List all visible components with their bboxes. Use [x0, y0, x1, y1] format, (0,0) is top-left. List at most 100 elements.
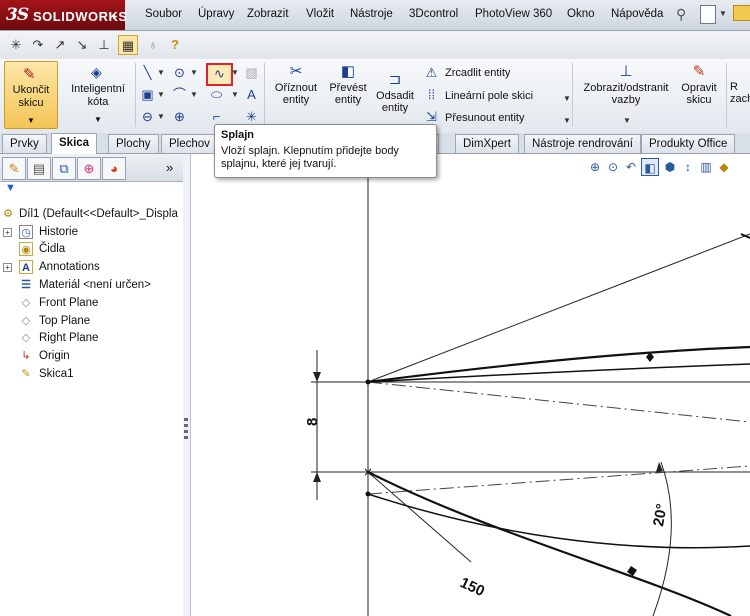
menu-insert[interactable]: Vložit — [306, 8, 334, 20]
repair-sketch-button[interactable]: ✎ Opravit skicu — [676, 63, 722, 106]
upper-inner-spline[interactable] — [367, 363, 750, 383]
exit-sketch-label-2: skicu — [18, 97, 44, 109]
sketch-tool-icon[interactable]: ♁ — [143, 35, 163, 55]
dimension-150-text[interactable]: 150 — [457, 574, 487, 600]
exit-sketch-dropdown-icon[interactable]: ▼ — [27, 116, 35, 125]
line-dropdown-icon[interactable]: ▼ — [157, 68, 165, 77]
dimension-angle-text[interactable]: 20° — [650, 502, 671, 527]
arc-dropdown-icon[interactable]: ▼ — [190, 90, 198, 99]
smart-dimension-icon: ◈ — [91, 64, 102, 80]
arc-tool-icon[interactable]: ⌒ — [171, 86, 188, 103]
tab-dimxpert[interactable]: DimXpert — [455, 134, 519, 153]
linear-pattern-icon[interactable]: ⁞⁞ — [423, 86, 440, 103]
menu-file[interactable]: Soubor — [145, 8, 182, 20]
lower-spline[interactable] — [367, 471, 732, 616]
upper-spline[interactable] — [367, 345, 750, 384]
linear-pattern-dropdown-icon[interactable]: ▼ — [563, 94, 571, 103]
tab-render-tools[interactable]: Nástroje rendrování — [524, 134, 641, 153]
open-folder-icon[interactable] — [733, 5, 750, 21]
point-tool-icon[interactable]: ✳ — [243, 108, 260, 125]
smart-dimension-button[interactable]: ◈ Inteligentní kóta ▼ — [64, 61, 132, 127]
line-tool-icon[interactable]: ╲ — [139, 64, 156, 81]
tab-sketch[interactable]: Skica — [51, 133, 98, 154]
display-relations-button[interactable]: ⊥ Zobrazit/odstranit vazby — [576, 63, 676, 106]
menu-window[interactable]: Okno — [567, 8, 595, 20]
dimxpert-manager-tab-icon[interactable]: ⊕ — [77, 157, 101, 180]
dimension-8-text[interactable]: 8 — [304, 418, 321, 426]
mirror-entities-button[interactable]: Zrcadlit entity — [445, 67, 510, 79]
sketch-point[interactable] — [365, 379, 371, 385]
menu-help[interactable]: Nápověda — [611, 8, 663, 20]
lower-arc[interactable] — [367, 493, 750, 549]
tab-sheet-metal[interactable]: Plechov — [161, 134, 218, 153]
convert-icon: ◧ — [340, 63, 356, 80]
linear-pattern-button[interactable]: Lineární pole skici — [445, 90, 533, 102]
exit-sketch-button[interactable]: ✎ Ukončit skicu ▼ — [4, 61, 58, 129]
menu-view[interactable]: Zobrazit — [247, 8, 289, 20]
surface-sketch-icon[interactable]: ▧ — [243, 64, 260, 81]
feature-manager-tab-icon[interactable]: ✎ — [2, 157, 26, 180]
tab-surfaces[interactable]: Plochy — [108, 134, 159, 153]
rectangle-tool-icon[interactable]: ▣ — [139, 86, 156, 103]
circle-dropdown-icon[interactable]: ▼ — [190, 68, 198, 77]
display-manager-tab-icon[interactable]: ◕ — [102, 157, 126, 180]
sketch-point[interactable] — [365, 491, 371, 497]
tree-item-label: Front Plane — [39, 297, 99, 309]
menu-bar: 3S SOLIDWORKS ▸ Soubor Úpravy Zobrazit V… — [0, 0, 750, 31]
move-dropdown-icon[interactable]: ▼ — [563, 116, 571, 125]
rectangle-dropdown-icon[interactable]: ▼ — [157, 90, 165, 99]
tab-features[interactable]: Prvky — [2, 134, 47, 153]
relations-dropdown-icon[interactable]: ▼ — [623, 116, 631, 125]
sketch-point-icon[interactable]: ✳ — [6, 35, 26, 55]
filter-icon[interactable]: ▼ — [5, 182, 16, 194]
splitter-grip — [184, 418, 188, 421]
mirror-icon[interactable]: ⚠ — [423, 64, 440, 81]
ellipse-tool-icon[interactable]: ⬭ — [208, 86, 225, 103]
circle-tool-icon[interactable]: ⊙ — [171, 64, 188, 81]
menu-tools[interactable]: Nástroje — [350, 8, 393, 20]
help-question-icon[interactable]: ? — [165, 35, 185, 55]
rapid-sketch-button[interactable]: R zach — [730, 81, 750, 105]
ribbon-separator — [572, 63, 573, 127]
polygon-tool-icon[interactable]: ⊕ — [171, 108, 188, 125]
ellipse-dropdown-icon[interactable]: ▼ — [231, 90, 239, 99]
property-manager-tab-icon[interactable]: ▤ — [27, 157, 51, 180]
move-entities-icon[interactable]: ⇲ — [423, 108, 440, 125]
expand-icon[interactable]: + — [3, 263, 12, 272]
expand-icon[interactable]: + — [3, 228, 12, 237]
configuration-manager-tab-icon[interactable]: ⧉ — [52, 157, 76, 180]
grid-snap-icon[interactable]: ▦ — [118, 35, 138, 55]
slot-dropdown-icon[interactable]: ▼ — [157, 112, 165, 121]
panel-tab-strip: ✎ ▤ ⧉ ⊕ ◕ » — [0, 154, 183, 182]
move-entities-button[interactable]: Přesunout entity — [445, 112, 525, 124]
panel-splitter[interactable] — [183, 154, 191, 616]
solidworks-logo[interactable]: 3S SOLIDWORKS ▸ — [0, 0, 127, 30]
tab-office-products[interactable]: Produkty Office — [641, 134, 736, 153]
panel-more-icon[interactable]: » — [166, 160, 173, 175]
graphics-area[interactable]: ⊕ ⊙ ↶ ◧ ⬢ ↕ ▥ ◆ × 8 20° 150 — [191, 154, 750, 616]
perpendicular-icon[interactable]: ⊥ — [94, 35, 114, 55]
pin-icon[interactable]: ⚲ — [676, 6, 686, 23]
feature-manager-panel: ✎ ▤ ⧉ ⊕ ◕ » ▼ ⚙ Díl1 (Default<<Default>_… — [0, 154, 184, 616]
menu-edit[interactable]: Úpravy — [198, 8, 234, 20]
menu-photoview[interactable]: PhotoView 360 — [475, 8, 552, 20]
exit-sketch-label-1: Ukončit — [12, 84, 50, 96]
rotate-entity-icon[interactable]: ↷ — [28, 35, 48, 55]
trim-entities-button[interactable]: ✂ Oříznout entity — [268, 63, 324, 106]
convert-entities-button[interactable]: ◧ Převést entity — [324, 63, 372, 106]
tree-root[interactable]: ⚙ Díl1 (Default<<Default>_Displa — [0, 206, 183, 223]
offset-entities-button[interactable]: ⊐ Odsadit entity — [372, 71, 418, 114]
spline-tool-icon[interactable]: ∿ — [206, 63, 233, 86]
menu-3dcontrol[interactable]: 3Dcontrol — [409, 8, 458, 20]
text-tool-icon[interactable]: A — [243, 86, 260, 103]
sketch-canvas[interactable]: × 8 20° 150 — [191, 154, 750, 616]
tree-item-label: Top Plane — [39, 315, 91, 327]
line-arrow-icon[interactable]: ↗ — [50, 35, 70, 55]
slot-tool-icon[interactable]: ⊖ — [139, 108, 156, 125]
line-down-icon[interactable]: ↘ — [72, 35, 92, 55]
smart-dimension-dropdown-icon[interactable]: ▼ — [94, 115, 102, 124]
new-document-icon[interactable] — [700, 5, 716, 24]
new-dropdown-icon[interactable]: ▼ — [719, 9, 727, 18]
fillet-tool-icon[interactable]: ⌐ — [208, 108, 225, 125]
spline-dropdown-icon[interactable]: ▼ — [231, 68, 239, 77]
